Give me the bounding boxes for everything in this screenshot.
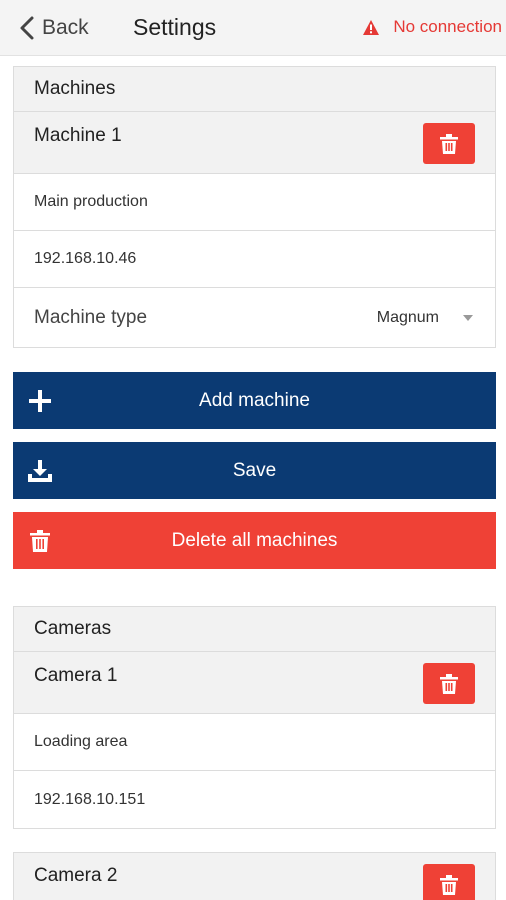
trash-icon xyxy=(440,133,458,154)
trash-icon xyxy=(440,874,458,895)
machine-type-row: Machine type Magnum xyxy=(14,288,495,347)
machine-header: Machine 1 xyxy=(14,112,495,174)
chevron-left-icon xyxy=(20,16,34,40)
page-title: Settings xyxy=(133,14,217,40)
back-label: Back xyxy=(42,16,89,39)
machine-description-field[interactable]: Main production xyxy=(14,174,495,231)
download-icon xyxy=(28,460,52,482)
add-machine-button[interactable]: Add machine xyxy=(13,372,496,429)
trash-icon xyxy=(440,673,458,694)
machine-type-select[interactable]: Magnum xyxy=(377,309,473,327)
delete-machine-button[interactable] xyxy=(423,123,475,164)
delete-camera-button[interactable] xyxy=(423,663,475,704)
camera-2-card: Camera 2 xyxy=(13,852,496,900)
connection-status: No connection xyxy=(363,17,502,37)
machine-title: Machine 1 xyxy=(34,125,122,146)
delete-all-machines-button[interactable]: Delete all machines xyxy=(13,512,496,569)
warning-icon xyxy=(363,19,380,35)
machines-card: Machines Machine 1 Main production 192.1… xyxy=(13,66,496,348)
camera-ip-field[interactable]: 192.168.10.151 xyxy=(14,771,495,828)
cameras-card: Cameras Camera 1 Loading area 192.168.10… xyxy=(13,606,496,829)
delete-camera-button[interactable] xyxy=(423,864,475,900)
chevron-down-icon xyxy=(463,314,473,321)
camera-title: Camera 2 xyxy=(34,865,118,886)
machine-ip-field[interactable]: 192.168.10.46 xyxy=(14,231,495,288)
cameras-section-title: Cameras xyxy=(14,607,495,652)
status-text: No connection xyxy=(393,17,502,36)
machines-section-title: Machines xyxy=(14,67,495,112)
machine-type-value: Magnum xyxy=(376,308,439,326)
camera-description-field[interactable]: Loading area xyxy=(14,714,495,771)
camera-header: Camera 2 xyxy=(14,853,495,900)
plus-icon xyxy=(29,390,51,412)
save-label: Save xyxy=(232,459,277,481)
trash-icon xyxy=(30,530,50,552)
camera-title: Camera 1 xyxy=(34,665,118,686)
back-button[interactable]: Back xyxy=(18,12,89,44)
save-button[interactable]: Save xyxy=(13,442,496,499)
add-machine-label: Add machine xyxy=(199,389,310,411)
top-bar: Back Settings No connection xyxy=(0,0,506,56)
machine-type-label: Machine type xyxy=(34,306,148,328)
camera-header: Camera 1 xyxy=(14,652,495,714)
delete-all-label: Delete all machines xyxy=(171,529,338,551)
